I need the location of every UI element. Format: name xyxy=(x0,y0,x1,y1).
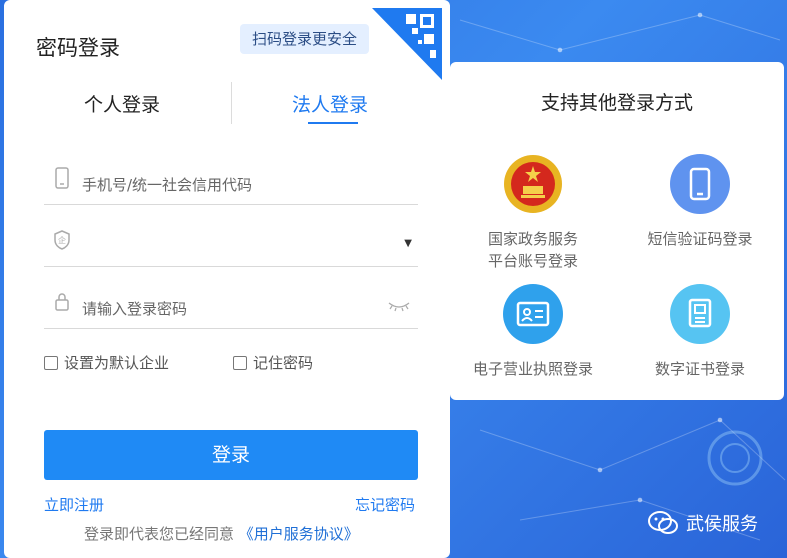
business-license-label: 电子营业执照登录 xyxy=(472,360,593,378)
wechat-icon xyxy=(648,511,678,534)
sms-code-login[interactable]: 短信验证码登录 xyxy=(620,154,780,250)
hide-password-icon[interactable] xyxy=(388,300,410,312)
default-company-label: 设置为默认企业 xyxy=(64,354,170,372)
other-login-methods-panel: 支持其他登录方式 国家政务服务 平台账号登录 短信验证码登录 电子营业执照登录 … xyxy=(450,62,784,400)
default-company-checkbox[interactable]: 设置为默认企业 xyxy=(44,352,169,373)
checkbox-box[interactable] xyxy=(44,355,58,370)
password-field[interactable]: 请输入登录密码 xyxy=(44,284,418,329)
company-select[interactable]: 企 ▼ xyxy=(44,222,418,267)
sms-login-label: 短信验证码登录 xyxy=(647,230,753,248)
remember-password-label: 记住密码 xyxy=(253,354,314,372)
gov-platform-login[interactable]: 国家政务服务 平台账号登录 xyxy=(453,154,613,272)
tab-corporate-login[interactable]: 法人登录 xyxy=(292,90,368,117)
national-emblem-icon xyxy=(503,154,563,214)
agreement-prefix: 登录即代表您已经同意 xyxy=(84,525,235,543)
gov-platform-label: 国家政务服务 平台账号登录 xyxy=(487,230,578,270)
digital-certificate-login[interactable]: 数字证书登录 xyxy=(620,284,780,380)
company-shield-icon: 企 xyxy=(54,230,70,250)
digital-certificate-icon xyxy=(670,284,730,344)
chevron-down-icon: ▼ xyxy=(404,238,412,249)
login-button[interactable]: 登录 xyxy=(44,430,418,480)
user-agreement-link[interactable]: 《用户服务协议》 xyxy=(239,525,359,543)
card-title: 密码登录 xyxy=(36,36,120,60)
login-card: 密码登录 扫码登录更安全 个人登录 法人登录 手机号/统一社会信用代码 企 ▼ xyxy=(4,0,450,558)
agreement-notice: 登录即代表您已经同意 《用户服务协议》 xyxy=(84,523,359,544)
checkbox-box[interactable] xyxy=(233,355,247,370)
tab-personal-login[interactable]: 个人登录 xyxy=(84,90,160,117)
qr-code-icon[interactable] xyxy=(372,8,442,80)
forgot-password-link[interactable]: 忘记密码 xyxy=(355,494,415,515)
qr-login-tip[interactable]: 扫码登录更安全 xyxy=(240,24,370,54)
active-tab-indicator xyxy=(308,122,358,124)
wechat-watermark: 武侯服务 xyxy=(648,510,758,536)
login-type-tabs: 个人登录 法人登录 xyxy=(40,80,420,126)
password-placeholder: 请输入登录密码 xyxy=(82,300,188,318)
remember-password-checkbox[interactable]: 记住密码 xyxy=(233,352,313,373)
business-license-login[interactable]: 电子营业执照登录 xyxy=(453,284,613,380)
business-license-icon xyxy=(503,284,563,344)
register-link[interactable]: 立即注册 xyxy=(44,494,104,515)
lock-icon xyxy=(55,293,69,311)
phone-placeholder: 手机号/统一社会信用代码 xyxy=(82,176,253,194)
tab-divider xyxy=(231,82,232,124)
panel-title: 支持其他登录方式 xyxy=(540,92,693,114)
watermark-text: 武侯服务 xyxy=(686,514,758,535)
mobile-icon xyxy=(55,167,69,189)
phone-icon xyxy=(670,154,730,214)
phone-field[interactable]: 手机号/统一社会信用代码 xyxy=(44,160,418,205)
digital-certificate-label: 数字证书登录 xyxy=(654,360,745,378)
svg-text:企: 企 xyxy=(58,235,66,245)
